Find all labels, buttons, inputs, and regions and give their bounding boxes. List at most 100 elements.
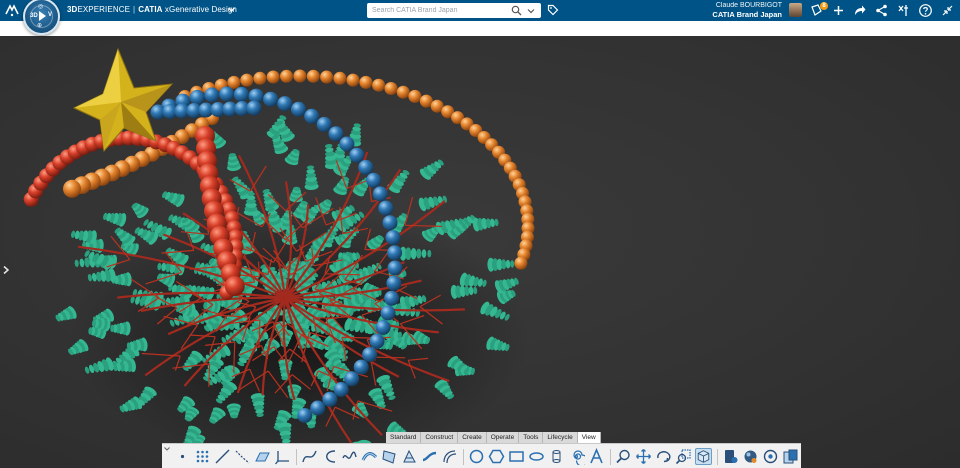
blue-bead[interactable] [349, 147, 365, 163]
text-icon[interactable] [588, 448, 605, 465]
share-icon[interactable] [852, 3, 867, 18]
blue-bead[interactable] [344, 371, 360, 387]
search-box[interactable] [367, 3, 541, 18]
search-dropdown-icon[interactable] [527, 7, 535, 15]
publish-icon[interactable] [782, 448, 799, 465]
blue-bead[interactable] [328, 126, 344, 142]
orange-bead[interactable] [280, 69, 293, 83]
polyline-icon[interactable] [234, 448, 251, 465]
ds-logo-icon[interactable] [4, 3, 20, 17]
blue-bead[interactable] [316, 116, 332, 132]
blue-bead[interactable] [372, 186, 388, 202]
blue-bead[interactable] [339, 136, 355, 152]
blue-bead[interactable] [304, 108, 320, 124]
cylinder-icon[interactable] [548, 448, 565, 465]
orange-bead[interactable] [293, 69, 307, 83]
blue-bead[interactable] [362, 347, 378, 363]
network-icon[interactable] [874, 3, 889, 18]
pan-icon[interactable] [635, 448, 652, 465]
circle-icon[interactable] [468, 448, 485, 465]
3d-viewport[interactable] [0, 36, 960, 468]
search-icon[interactable] [511, 5, 522, 16]
blue-bead[interactable] [387, 260, 403, 276]
tab-tools[interactable]: Tools [519, 432, 544, 443]
hexagon-icon[interactable] [488, 448, 505, 465]
tab-standard[interactable]: Standard [386, 432, 422, 443]
blue-bead[interactable] [387, 245, 403, 261]
orange-bead[interactable] [372, 78, 386, 92]
orange-bead[interactable] [396, 85, 410, 99]
grid-points-icon[interactable] [194, 448, 211, 465]
side-panel-expand-icon[interactable] [2, 265, 10, 275]
app-menu-chevron-icon[interactable] [227, 5, 236, 14]
ellipse-icon[interactable] [528, 448, 545, 465]
tab-construct[interactable]: Construct [421, 432, 459, 443]
blue-bead[interactable] [353, 359, 369, 375]
rectangle-icon[interactable] [508, 448, 525, 465]
orange-bead[interactable] [306, 69, 320, 83]
blue-bead[interactable] [246, 100, 262, 116]
tab-view[interactable]: View [577, 432, 601, 443]
orange-bead[interactable] [514, 256, 528, 270]
view-mode-icon[interactable] [695, 448, 712, 465]
capture-icon[interactable] [762, 448, 779, 465]
blue-bead[interactable] [263, 91, 279, 107]
loft-icon[interactable] [401, 448, 418, 465]
point-icon[interactable] [174, 448, 191, 465]
offset-curve-icon[interactable] [441, 448, 458, 465]
orange-bead[interactable] [63, 179, 81, 198]
tree-scene[interactable] [0, 36, 960, 468]
tag-icon[interactable] [547, 4, 559, 16]
tab-operate[interactable]: Operate [486, 432, 520, 443]
red-bead[interactable] [224, 276, 245, 296]
add-icon[interactable] [831, 3, 846, 18]
blue-bead[interactable] [204, 87, 220, 103]
blue-bead[interactable] [382, 215, 398, 231]
spiral-icon[interactable] [568, 448, 585, 465]
blue-bead[interactable] [297, 408, 313, 423]
orange-bead[interactable] [227, 75, 241, 89]
blue-bead[interactable] [277, 96, 293, 112]
compass-play-icon[interactable] [39, 11, 46, 21]
blue-bead[interactable] [233, 86, 249, 102]
orange-bead[interactable] [408, 89, 422, 103]
blue-bead[interactable] [386, 275, 402, 291]
blue-bead[interactable] [366, 172, 382, 188]
blue-bead[interactable] [378, 200, 394, 216]
help-icon[interactable] [918, 3, 933, 18]
spline-icon[interactable] [301, 448, 318, 465]
collapse-icon[interactable] [940, 3, 955, 18]
blend-icon[interactable] [421, 448, 438, 465]
plane-icon[interactable] [254, 448, 271, 465]
blue-bead[interactable] [384, 290, 400, 306]
orange-bead[interactable] [359, 75, 373, 89]
tab-create[interactable]: Create [458, 432, 487, 443]
blue-bead[interactable] [380, 305, 396, 321]
blue-bead[interactable] [385, 230, 401, 246]
action-bar-collapse-icon[interactable] [163, 445, 171, 453]
orange-bead[interactable] [240, 73, 254, 87]
blue-bead[interactable] [369, 333, 385, 349]
blue-bead[interactable] [333, 382, 349, 397]
blue-bead[interactable] [189, 89, 205, 105]
blue-bead[interactable] [375, 319, 391, 335]
blue-bead[interactable] [291, 101, 306, 117]
zoom-icon[interactable] [615, 448, 632, 465]
blue-bead[interactable] [219, 86, 235, 102]
orange-bead[interactable] [346, 73, 360, 87]
orange-bead[interactable] [333, 71, 347, 85]
tools-icon[interactable] [896, 3, 911, 18]
line-icon[interactable] [214, 448, 231, 465]
material-icon[interactable] [742, 448, 759, 465]
orange-bead[interactable] [384, 82, 398, 95]
surface-icon[interactable] [381, 448, 398, 465]
blue-bead[interactable] [358, 159, 374, 175]
axis-system-icon[interactable] [274, 448, 291, 465]
sweep-icon[interactable] [361, 448, 378, 465]
user-info[interactable]: Claude BOURBIGOT CATIA Brand Japan [712, 2, 782, 19]
orange-bead[interactable] [266, 70, 280, 84]
wave-icon[interactable] [341, 448, 358, 465]
tab-lifecycle[interactable]: Lifecycle [543, 432, 578, 443]
curve-icon[interactable] [321, 448, 338, 465]
orange-bead[interactable] [320, 70, 334, 84]
